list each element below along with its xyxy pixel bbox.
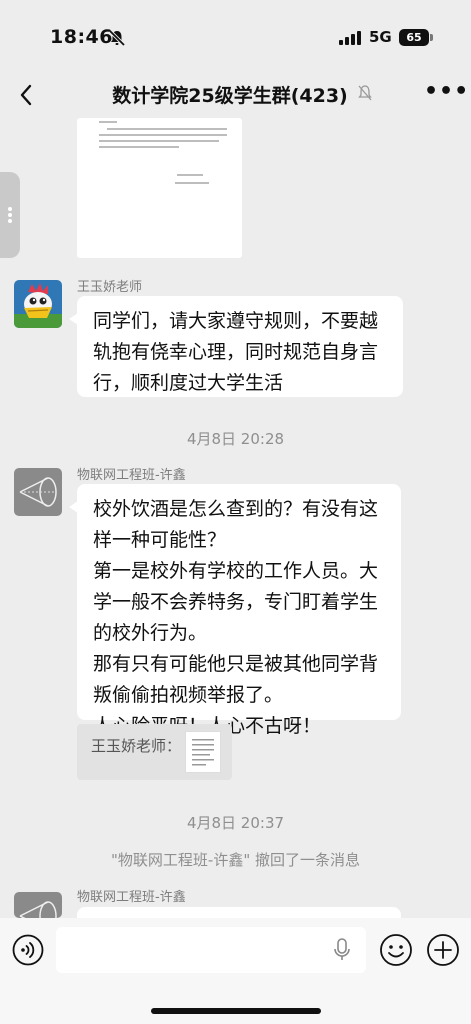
message-timestamp: 4月8日 20:28 <box>186 430 285 448</box>
doc-text-line <box>99 121 117 123</box>
cartoon-bird-avatar-icon <box>14 280 62 328</box>
doc-text-line <box>107 128 227 130</box>
document-image[interactable] <box>77 118 242 258</box>
battery-level: 65 <box>406 31 422 44</box>
sender-name: 物联网工程班-许鑫 <box>77 468 186 483</box>
status-bar: 18:46 5G 65 <box>0 0 471 72</box>
doc-text-line <box>99 146 179 148</box>
handle-dot <box>8 219 12 223</box>
message-bubble-partial[interactable] <box>77 907 401 918</box>
network-type: 5G <box>369 28 392 46</box>
bell-slash-icon <box>108 29 126 47</box>
bell-slash-icon <box>358 85 372 101</box>
cone-sketch-avatar-icon <box>14 468 62 516</box>
avatar[interactable] <box>14 280 62 328</box>
home-indicator <box>151 1008 321 1014</box>
signal-icon <box>339 31 361 45</box>
message-timestamp: 4月8日 20:37 <box>186 814 285 832</box>
quoted-message[interactable]: 王玉娇老师： <box>77 724 232 780</box>
doc-text-line <box>175 182 209 184</box>
more-icon[interactable]: ••• <box>424 81 468 106</box>
input-bar <box>0 918 471 1024</box>
quoted-image-thumbnail <box>185 731 221 773</box>
doc-text-line <box>99 134 227 136</box>
voice-icon[interactable] <box>12 934 44 966</box>
status-time: 18:46 <box>50 26 113 48</box>
avatar[interactable] <box>14 892 62 918</box>
recall-notice: "物联网工程班-许鑫" 撤回了一条消息 <box>111 851 360 869</box>
doc-text-line <box>99 140 219 142</box>
message-bubble[interactable]: 校外饮酒是怎么查到的？有没有这 样一种可能性？ 第一是校外有学校的工作人员。大 … <box>69 484 401 737</box>
sender-name: 物联网工程班-许鑫 <box>77 890 186 905</box>
message-bubble[interactable]: 同学们，请大家遵守规则，不要越 轨抱有侥幸心理，同时规范自身言 行，顺利度过大学… <box>69 296 403 397</box>
mic-icon[interactable] <box>332 937 352 963</box>
plus-icon[interactable] <box>426 933 460 967</box>
avatar[interactable] <box>14 468 62 516</box>
chat-title[interactable]: 数计学院25级学生群(423) <box>60 81 400 108</box>
chat-header: 数计学院25级学生群(423) ••• <box>0 72 471 118</box>
battery-icon: 65 <box>399 29 429 46</box>
handle-dot <box>8 213 12 217</box>
cone-sketch-avatar-icon <box>14 892 62 918</box>
sender-name: 王玉娇老师 <box>77 280 143 295</box>
emoji-icon[interactable] <box>379 933 413 967</box>
battery-tip <box>430 34 433 41</box>
quote-sender: 王玉娇老师： <box>91 737 182 755</box>
chevron-left-icon[interactable] <box>14 80 42 110</box>
handle-dot <box>8 207 12 211</box>
floating-window-handle[interactable] <box>0 172 20 258</box>
doc-text-line <box>177 174 203 176</box>
message-input[interactable] <box>56 927 366 973</box>
